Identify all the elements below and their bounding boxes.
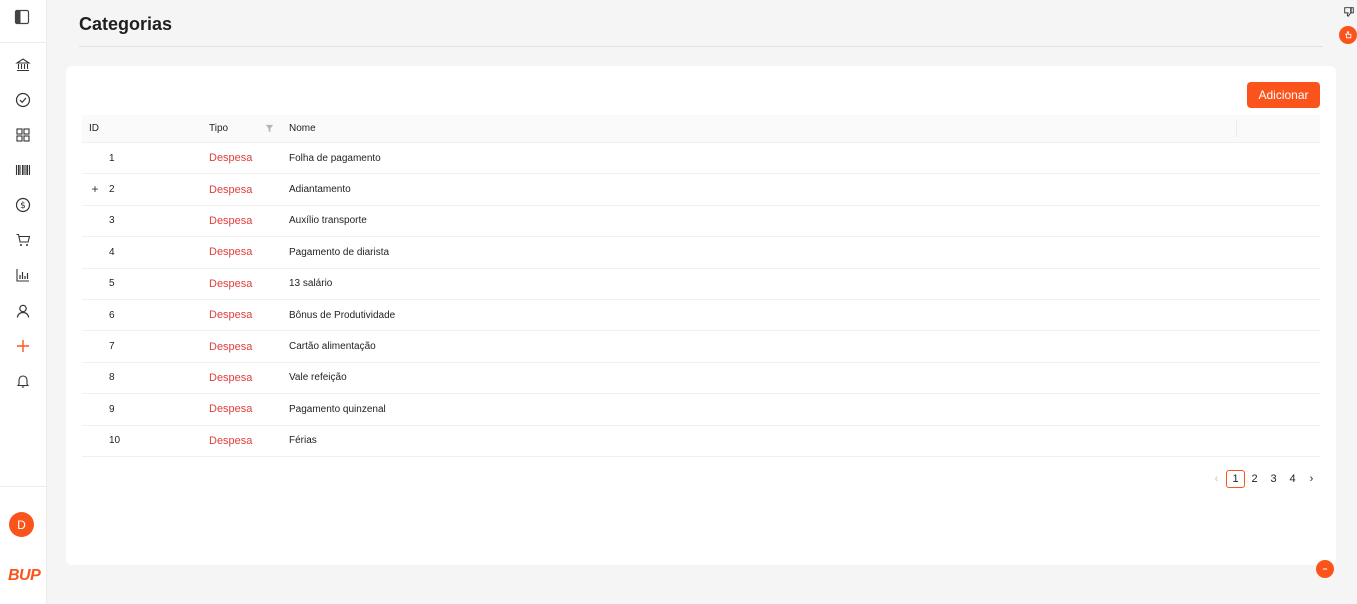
page-4[interactable]: 4 <box>1283 470 1302 488</box>
cell-nome: Pagamento quinzenal <box>289 403 386 415</box>
dollar-circle-icon[interactable]: $ <box>11 193 35 217</box>
categories-card: Adicionar ID Tipo Nome 1 Despesa Folha de … <box>66 66 1336 565</box>
table-row[interactable]: 8 Despesa Vale refeição <box>82 363 1320 395</box>
cell-id: 9 <box>109 403 115 415</box>
thumbs-up-icon[interactable] <box>1339 26 1357 44</box>
column-divider <box>1236 121 1237 137</box>
sidebar-divider <box>0 42 47 43</box>
cell-id: 2 <box>109 184 115 196</box>
add-button[interactable]: Adicionar <box>1247 82 1320 108</box>
cell-nome: Adiantamento <box>289 184 351 196</box>
column-header-id[interactable]: ID <box>89 115 99 142</box>
cell-tipo: Despesa <box>209 434 253 447</box>
sidebar-divider <box>0 486 47 487</box>
brand-logo: BUP <box>8 567 41 584</box>
cell-tipo: Despesa <box>209 403 253 416</box>
bell-icon[interactable] <box>11 369 35 393</box>
page-title: Categorias <box>79 14 173 34</box>
cart-icon[interactable] <box>11 228 35 252</box>
table-body: 1 Despesa Folha de pagamento +2 Despesa Adian… <box>82 143 1320 457</box>
thumbs-down-icon[interactable] <box>1342 5 1356 19</box>
plus-icon[interactable] <box>11 334 35 358</box>
cell-id: 7 <box>109 341 115 353</box>
cell-id: 10 <box>109 435 121 447</box>
bar-chart-icon[interactable] <box>11 263 35 287</box>
table-row[interactable]: 7 Despesa Cartão alimentação <box>82 331 1320 363</box>
cell-nome: Folha de pagamento <box>289 152 381 164</box>
chat-icon[interactable] <box>1316 560 1334 578</box>
cell-id: 5 <box>109 278 115 290</box>
table-row[interactable]: 4 Despesa Pagamento de diarista <box>82 237 1320 269</box>
page-1[interactable]: 1 <box>1226 470 1245 488</box>
user-icon[interactable] <box>11 299 35 323</box>
table-header: ID Tipo Nome <box>82 115 1320 143</box>
cell-tipo: Despesa <box>209 340 253 353</box>
pagination: ‹ 1234 › <box>1207 470 1321 488</box>
page-3[interactable]: 3 <box>1264 470 1283 488</box>
grid-icon[interactable] <box>11 123 35 147</box>
cell-tipo: Despesa <box>209 183 253 196</box>
cell-id: 4 <box>109 246 115 258</box>
prev-page-icon[interactable]: ‹ <box>1207 470 1226 488</box>
cell-tipo: Despesa <box>209 214 253 227</box>
column-header-nome[interactable]: Nome <box>289 115 316 142</box>
cell-id: 1 <box>109 152 115 164</box>
cell-tipo: Despesa <box>209 152 253 165</box>
table-row[interactable]: 6 Despesa Bônus de Produtividade <box>82 300 1320 332</box>
cell-id: 8 <box>109 372 115 384</box>
categories-table: ID Tipo Nome 1 Despesa Folha de pagamento +… <box>82 115 1320 457</box>
cell-tipo: Despesa <box>209 371 253 384</box>
cell-nome: Vale refeição <box>289 372 347 384</box>
bank-icon[interactable] <box>11 53 35 77</box>
table-row[interactable]: 3 Despesa Auxílio transporte <box>82 206 1320 238</box>
column-header-tipo[interactable]: Tipo <box>209 115 228 142</box>
cell-id: 6 <box>109 309 115 321</box>
cell-tipo: Despesa <box>209 246 253 259</box>
next-page-icon[interactable]: › <box>1302 470 1321 488</box>
cell-tipo: Despesa <box>209 309 253 322</box>
avatar[interactable]: D <box>9 512 34 537</box>
cell-nome: Férias <box>289 435 317 447</box>
table-row[interactable]: 1 Despesa Folha de pagamento <box>82 143 1320 175</box>
cell-id: 3 <box>109 215 115 227</box>
table-row[interactable]: 5 Despesa 13 salário <box>82 269 1320 300</box>
cell-nome: Auxílio transporte <box>289 215 367 227</box>
filter-icon[interactable] <box>265 115 274 142</box>
table-row[interactable]: 9 Despesa Pagamento quinzenal <box>82 394 1320 426</box>
barcode-icon[interactable] <box>11 158 35 182</box>
svg-text:$: $ <box>20 201 26 211</box>
table-row[interactable]: 10 Despesa Férias <box>82 426 1320 457</box>
cell-nome: Cartão alimentação <box>289 341 376 353</box>
expand-row-icon[interactable]: + <box>89 182 101 196</box>
cell-nome: Bônus de Produtividade <box>289 309 396 321</box>
sidebar: $ D BUP <box>0 0 47 604</box>
sidebar-toggle-icon[interactable] <box>14 9 30 25</box>
table-row[interactable]: +2 Despesa Adiantamento <box>82 174 1320 206</box>
cell-tipo: Despesa <box>209 277 253 290</box>
cell-nome: Pagamento de diarista <box>289 246 390 258</box>
check-circle-icon[interactable] <box>11 88 35 112</box>
header-divider <box>79 46 1323 47</box>
cell-nome: 13 salário <box>289 278 333 290</box>
page-2[interactable]: 2 <box>1245 470 1264 488</box>
